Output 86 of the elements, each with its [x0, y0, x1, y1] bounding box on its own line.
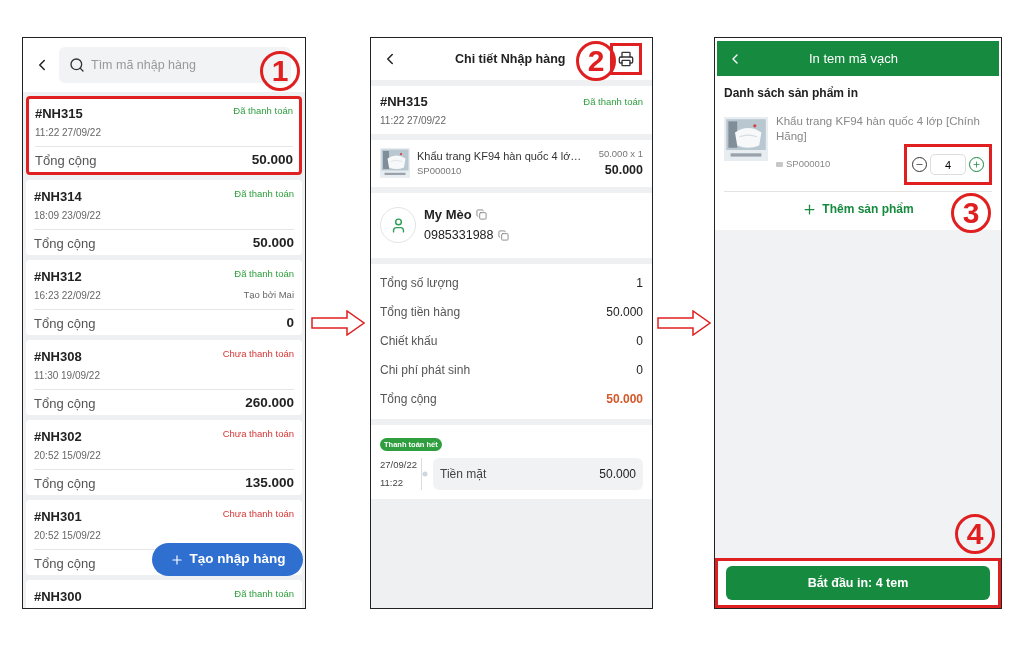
order-card[interactable]: #NH300 Đã thanh toán [26, 580, 302, 608]
payment-date: 27/09/22 [380, 457, 418, 472]
payment-status: Chưa thanh toán [222, 507, 294, 521]
summary-value: 50.000 [606, 304, 643, 321]
product-name: Khẩu trang KF94 hàn quốc 4 lớ… [417, 148, 582, 164]
payment-status: Đã thanh toán [234, 587, 294, 601]
order-time: 11:30 19/09/22 [34, 368, 100, 383]
total-amount: 260.000 [245, 394, 294, 413]
order-card[interactable]: #NH314 Đã thanh toán 18:09 23/09/22 Tổng cộng 50.000 [26, 180, 302, 255]
printer-icon [618, 51, 634, 67]
order-code: #NH315 [380, 93, 428, 111]
order-card[interactable]: #NH308 Chưa thanh toán 11:30 19/09/22 Tổng cộng 260.000 [26, 340, 302, 415]
payment-status: Đã thanh toán [234, 267, 294, 281]
step-marker: 4 [955, 514, 995, 554]
order-time: 18:09 23/09/22 [34, 208, 101, 223]
order-code: #NH301 [34, 508, 82, 526]
summary-label: Tổng cộng [380, 391, 437, 408]
summary-value: 0 [636, 362, 643, 379]
step-marker: 2 [576, 41, 616, 81]
summary-value: 1 [636, 275, 643, 292]
payment-status: Đã thanh toán [233, 104, 293, 118]
product-sku: SP000010 [786, 157, 831, 172]
payment-amount: 50.000 [599, 465, 636, 483]
order-time: 11:22 27/09/22 [380, 113, 447, 128]
step-marker: 3 [951, 193, 991, 233]
add-product-button[interactable]: Thêm sản phẩm [802, 192, 914, 226]
total-label: Tổng cộng [34, 234, 96, 253]
order-card[interactable]: #NH315 Đã thanh toán 11:22 27/09/22 Tổng cộng 50.000 [26, 96, 302, 175]
total-amount: 0 [286, 314, 294, 333]
supplier-phone: 0985331988 [424, 227, 494, 245]
payment-status: Đã thanh toán [234, 187, 294, 201]
screen-title: In tem mã vạch [809, 49, 898, 68]
supplier-name: My Mèo [424, 205, 472, 224]
screen-title: Chi tiết Nhập hàng [455, 50, 566, 68]
total-label: Tổng cộng [35, 151, 97, 170]
summary-label: Tổng tiền hàng [380, 304, 461, 321]
creator-note: Tạo bởi Mai [243, 287, 294, 302]
arrow-icon [311, 310, 365, 336]
line-amount: 50.000 [604, 161, 643, 179]
section-title: Danh sách sản phẩm in [724, 85, 860, 102]
total-amount: 50.000 [252, 234, 294, 253]
total-label: Tổng cộng [34, 394, 96, 413]
total-amount: 50.000 [251, 151, 293, 170]
order-code: #NH315 [35, 105, 83, 123]
order-code: #NH308 [34, 348, 82, 366]
order-time: 16:23 22/09/22 [34, 288, 101, 303]
step-marker: 1 [260, 51, 300, 91]
create-import-floating-button[interactable]: Tạo nhập hàng [152, 543, 303, 576]
order-time: 20:52 15/09/22 [34, 448, 101, 463]
product-sku: SP000010 [417, 164, 463, 179]
quantity-field[interactable]: 4 [930, 154, 966, 175]
product-name: Khẩu trang KF94 hàn quốc 4 lớp [Chính Hãng] [776, 114, 981, 144]
summary-value: 50.000 [606, 391, 643, 408]
total-amount: 135.000 [245, 474, 294, 493]
order-card[interactable]: #NH312 Đã thanh toán 16:23 22/09/22 Tạo bởi Mai Tổng cộng 0 [26, 260, 302, 335]
unit-price-quantity: 50.000 x 1 [598, 146, 643, 161]
payment-status: Chưa thanh toán [222, 347, 294, 361]
plus-icon [169, 552, 184, 567]
search-icon [69, 57, 85, 73]
order-card[interactable]: Tạo nhập hàng #NH301 Chưa thanh toán 20:52 15/09/22 Tổng cộng [26, 500, 302, 575]
search-input[interactable]: Tìm mã nhập hàng [91, 55, 261, 75]
order-code: #NH302 [34, 428, 82, 446]
payment-method: Tiền mặt [440, 465, 487, 483]
arrow-icon [656, 310, 711, 336]
summary-value: 0 [636, 333, 643, 350]
order-code: #NH300 [34, 588, 82, 606]
plus-icon [802, 201, 818, 217]
summary-label: Chi phí phát sinh [380, 362, 471, 379]
total-label: Tổng cộng [34, 474, 96, 493]
order-code: #NH314 [34, 188, 82, 206]
print-button[interactable] [610, 43, 642, 75]
order-time: 11:22 27/09/22 [35, 125, 101, 140]
start-print-button[interactable]: Bắt đầu in: 4 tem [726, 566, 990, 600]
barcode-icon [776, 162, 783, 167]
payment-status: Chưa thanh toán [222, 427, 294, 441]
order-time: 20:52 15/09/22 [34, 528, 101, 543]
payment-status: Đã thanh toán [583, 94, 643, 109]
timeline-drawing [420, 457, 430, 490]
summary-label: Tổng số lượng [380, 275, 459, 292]
summary-label: Chiết khấu [380, 333, 438, 350]
payment-time: 11:22 [380, 475, 405, 490]
total-label: Tổng cộng [34, 554, 96, 573]
total-label: Tổng cộng [34, 314, 96, 333]
plus-icon [972, 160, 981, 169]
order-card[interactable]: #NH302 Chưa thanh toán 20:52 15/09/22 Tổng cộng 135.000 [26, 420, 302, 495]
order-code: #NH312 [34, 268, 82, 286]
